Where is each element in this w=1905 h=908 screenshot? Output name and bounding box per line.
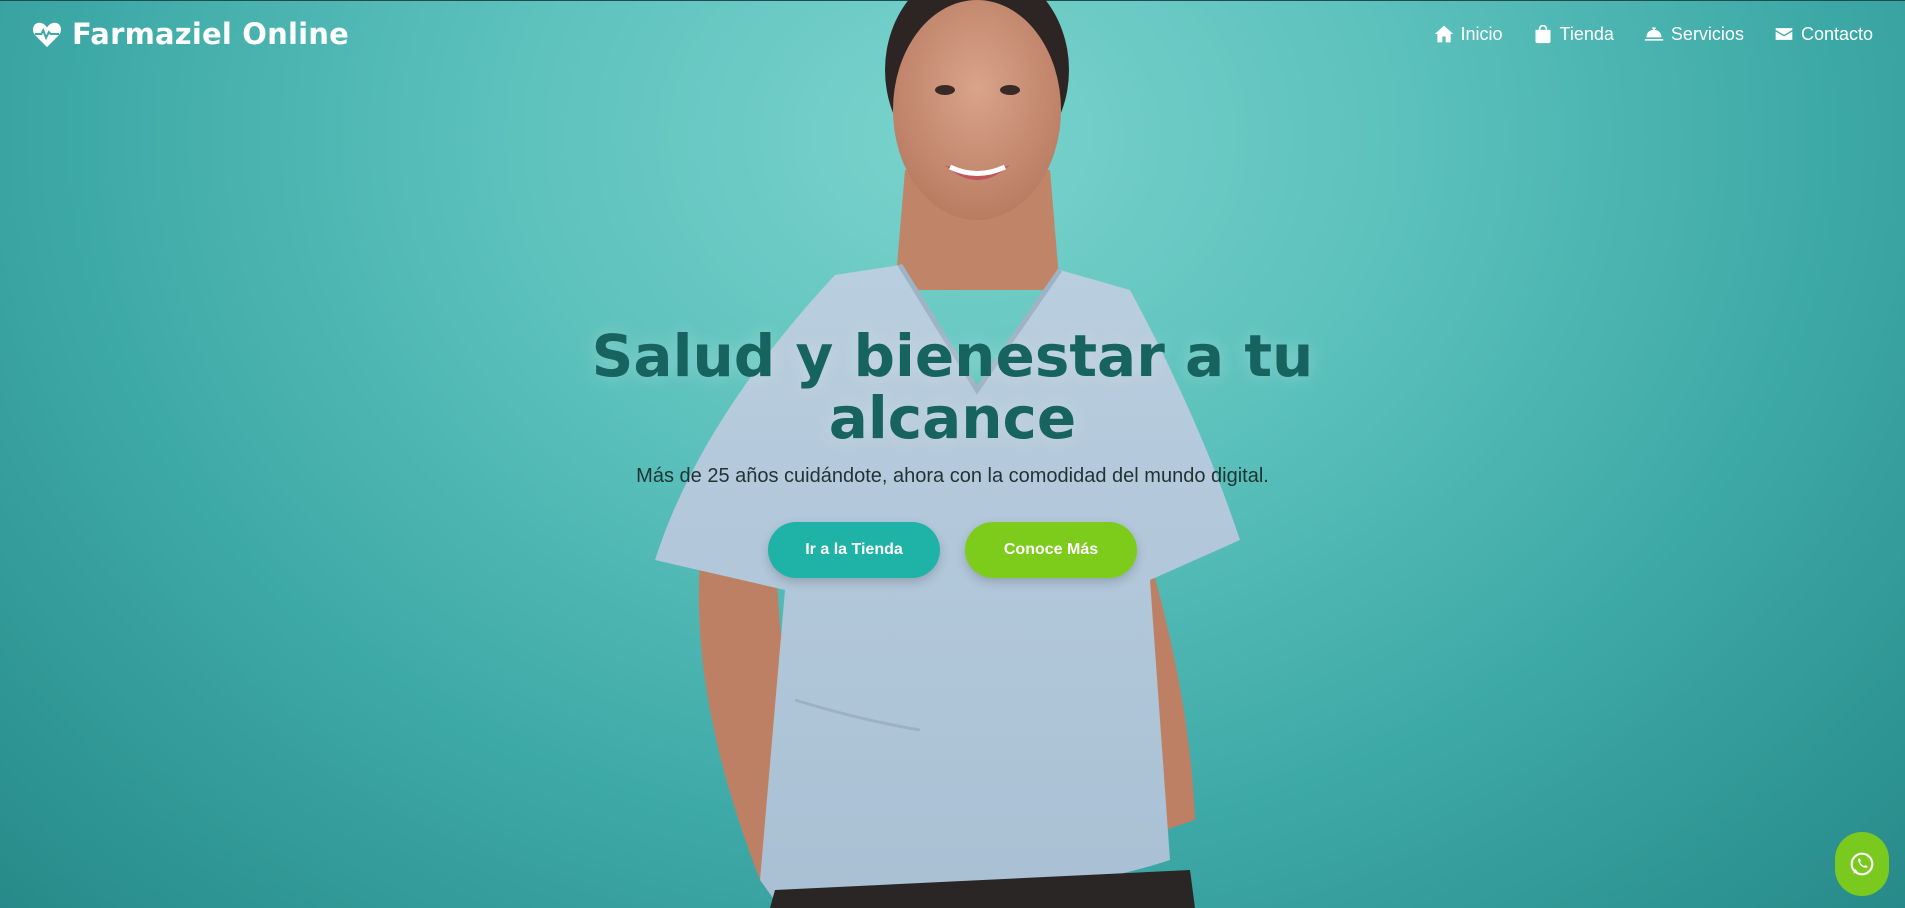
shopping-bag-icon — [1535, 24, 1551, 44]
main-nav: Inicio Tienda Servicios Contacto — [1434, 24, 1873, 45]
hero-buttons: Ir a la Tienda Conoce Más — [0, 522, 1905, 578]
home-icon — [1434, 25, 1453, 43]
nav-tienda-label: Tienda — [1559, 23, 1614, 44]
hero-section: Farmaziel Online Inicio Tienda Servicios… — [0, 0, 1905, 908]
nav-tienda[interactable]: Tienda — [1533, 24, 1614, 45]
nav-servicios-label: Servicios — [1670, 23, 1744, 44]
whatsapp-button[interactable] — [1835, 832, 1889, 896]
hero-title: Salud y bienestar a tu alcance — [591, 322, 1314, 452]
learn-more-button[interactable]: Conoce Más — [965, 522, 1137, 578]
nav-servicios[interactable]: Servicios — [1644, 24, 1744, 45]
nav-contacto[interactable]: Contacto — [1774, 24, 1873, 45]
brand-logo[interactable]: Farmaziel Online — [32, 17, 349, 51]
top-navbar: Farmaziel Online Inicio Tienda Servicios… — [0, 0, 1905, 68]
brand-name: Farmaziel Online — [72, 17, 349, 51]
heart-pulse-icon — [32, 22, 62, 48]
bell-service-icon — [1644, 27, 1664, 41]
go-to-store-button[interactable]: Ir a la Tienda — [768, 522, 940, 578]
hero-subtitle: Más de 25 años cuidándote, ahora con la … — [636, 465, 1269, 487]
nav-inicio-label: Inicio — [1460, 23, 1503, 44]
hero-content: Salud y bienestar a tu alcance Más de 25… — [0, 325, 1905, 578]
nav-inicio[interactable]: Inicio — [1434, 24, 1503, 45]
envelope-icon — [1775, 28, 1793, 40]
whatsapp-icon — [1850, 852, 1874, 876]
nav-contacto-label: Contacto — [1800, 23, 1873, 44]
